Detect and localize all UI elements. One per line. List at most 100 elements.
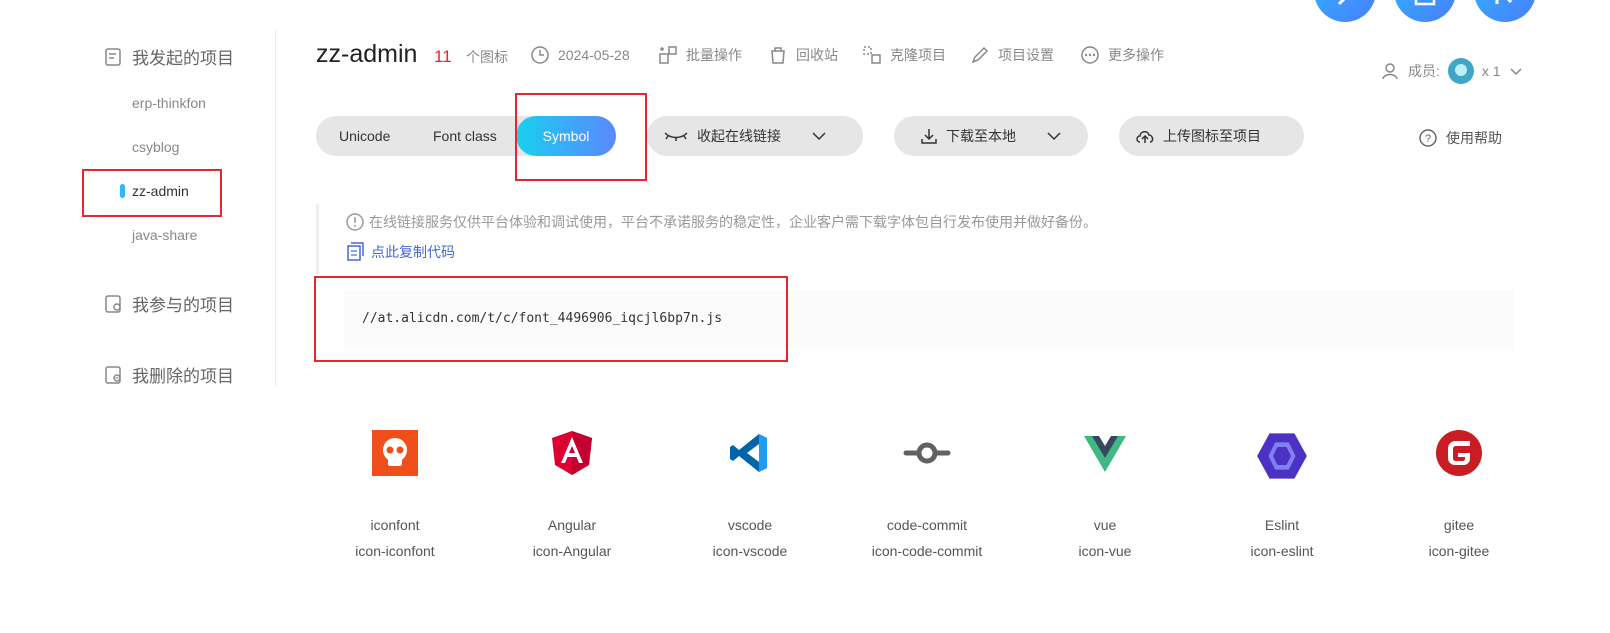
clone-label: 克隆项目: [890, 47, 946, 63]
icon-name: iconfont: [370, 517, 420, 533]
icon-name: Angular: [547, 517, 597, 533]
chevron-down-icon: [812, 132, 826, 141]
icon-card-iconfont[interactable]: iconfont icon-iconfont: [320, 430, 470, 559]
document-delete-icon: [105, 365, 121, 384]
members-dropdown[interactable]: 成员: x 1: [1380, 58, 1523, 84]
upload-icons-button[interactable]: 上传图标至项目: [1119, 116, 1304, 156]
icon-code: icon-code-commit: [871, 543, 983, 559]
sidebar-group-label: 我发起的项目: [132, 49, 234, 68]
members-label: 成员:: [1408, 63, 1440, 79]
tab-unicode[interactable]: Unicode: [339, 116, 390, 156]
chevron-down-icon: [1510, 68, 1522, 76]
icon-name: gitee: [1443, 517, 1475, 533]
angular-icon: [552, 431, 592, 475]
sidebar-group-deleted-projects[interactable]: 我删除的项目: [104, 362, 234, 387]
batch-operation-button[interactable]: 批量操作: [658, 45, 742, 65]
icon-card-angular[interactable]: Angular icon-Angular: [497, 430, 647, 559]
user-icon: [1382, 63, 1398, 80]
pencil-icon: [971, 46, 989, 64]
avatar: [1447, 58, 1474, 84]
icon-card-gitee[interactable]: gitee icon-gitee: [1384, 430, 1534, 559]
help-icon: ?: [1419, 129, 1437, 147]
online-link-notice: 在线链接服务仅供平台体验和调试使用，平台不承诺服务的稳定性，企业客户需下载字体包…: [316, 204, 1516, 274]
svg-text:?: ?: [1425, 133, 1431, 145]
notice-text-row: 在线链接服务仅供平台体验和调试使用，平台不承诺服务的稳定性，企业客户需下载字体包…: [345, 212, 1097, 232]
sidebar-item-erp-thinkfon[interactable]: erp-thinkfon: [132, 95, 206, 111]
date-text: 2024-05-28: [558, 47, 630, 63]
settings-label: 项目设置: [998, 47, 1054, 63]
gitee-icon: [1436, 430, 1482, 476]
created-date: 2024-05-28: [530, 45, 630, 65]
skull-icon: [372, 430, 418, 476]
icon-card-code-commit[interactable]: code-commit icon-code-commit: [852, 430, 1002, 559]
highlight-box-symbol: [515, 93, 647, 181]
trash-icon: [771, 47, 785, 64]
more-actions-button[interactable]: 更多操作: [1080, 45, 1164, 65]
highlight-box-code: [314, 276, 788, 362]
sidebar-item-csyblog[interactable]: csyblog: [132, 139, 179, 155]
upload-label: 上传图标至项目: [1163, 128, 1261, 144]
clone-icon: [863, 46, 881, 64]
chevron-down-icon: [1047, 132, 1061, 141]
members-count: x 1: [1481, 63, 1501, 79]
batch-label: 批量操作: [686, 47, 742, 63]
project-settings-button[interactable]: 项目设置: [970, 45, 1054, 65]
back-fab-button[interactable]: [1314, 0, 1376, 22]
batch-icon: [659, 46, 677, 64]
copy-icon: [347, 242, 364, 261]
clone-project-button[interactable]: 克隆项目: [862, 45, 946, 65]
icon-code: icon-gitee: [1428, 543, 1490, 559]
code-commit-icon: [903, 442, 951, 464]
page-title: zz-admin: [316, 40, 418, 68]
recycle-label: 回收站: [796, 47, 838, 63]
copy-code-link[interactable]: 点此复制代码: [345, 242, 455, 262]
notice-text: 在线链接服务仅供平台体验和调试使用，平台不承诺服务的稳定性，企业客户需下载字体包…: [369, 214, 1097, 230]
sidebar-group-my-projects[interactable]: 我发起的项目: [104, 44, 234, 69]
sidebar-group-label: 我参与的项目: [132, 296, 234, 315]
icon-name: Eslint: [1264, 517, 1300, 533]
document-user-icon: [105, 294, 121, 313]
icon-card-vue[interactable]: vue icon-vue: [1030, 430, 1180, 559]
help-label: 使用帮助: [1446, 130, 1502, 146]
more-dots-icon: [1081, 46, 1099, 64]
cloud-upload-icon: [1136, 131, 1154, 143]
eye-closed-icon: [664, 132, 688, 141]
help-link[interactable]: ? 使用帮助: [1418, 128, 1502, 148]
recycle-bin-button[interactable]: 回收站: [768, 45, 838, 65]
icon-count: 11: [434, 47, 452, 66]
icon-code: icon-vscode: [712, 543, 788, 559]
sidebar-item-label: erp-thinkfon: [132, 95, 206, 111]
document-edit-icon: [105, 47, 121, 66]
tab-font-class[interactable]: Font class: [433, 116, 497, 156]
copy-code-label: 点此复制代码: [371, 244, 455, 260]
icon-code: icon-eslint: [1250, 543, 1314, 559]
sidebar-group-label: 我删除的项目: [132, 367, 234, 386]
share-fab-button[interactable]: [1474, 0, 1536, 22]
icon-code: icon-Angular: [532, 543, 612, 559]
eslint-icon: [1257, 433, 1307, 479]
icon-code: icon-iconfont: [355, 543, 435, 559]
dashboard-fab-button[interactable]: [1394, 0, 1456, 22]
share-icon: [1495, 0, 1513, 4]
sidebar-item-label: csyblog: [132, 139, 180, 155]
highlight-box-sidebar: [82, 169, 222, 217]
more-label: 更多操作: [1108, 47, 1164, 63]
icon-name: vue: [1093, 517, 1117, 533]
icon-count-label: 个图标: [466, 49, 508, 65]
sidebar-group-joined-projects[interactable]: 我参与的项目: [104, 291, 234, 316]
chevron-left-icon: [1337, 0, 1346, 6]
icon-card-eslint[interactable]: Eslint icon-eslint: [1207, 430, 1357, 559]
icon-code: icon-vue: [1078, 543, 1132, 559]
collapse-link-button[interactable]: 收起在线链接: [647, 116, 863, 156]
vue-icon: [1084, 436, 1126, 472]
icon-card-vscode[interactable]: vscode icon-vscode: [675, 430, 825, 559]
info-icon: [346, 213, 364, 231]
clock-icon: [531, 46, 549, 64]
collapse-link-label: 收起在线链接: [697, 128, 781, 144]
icon-name: code-commit: [886, 517, 968, 533]
download-button[interactable]: 下载至本地: [894, 116, 1088, 156]
vscode-icon: [730, 434, 767, 472]
sidebar-item-java-share[interactable]: java-share: [132, 227, 197, 243]
download-icon: [921, 129, 937, 144]
sidebar-item-label: java-share: [132, 227, 198, 243]
